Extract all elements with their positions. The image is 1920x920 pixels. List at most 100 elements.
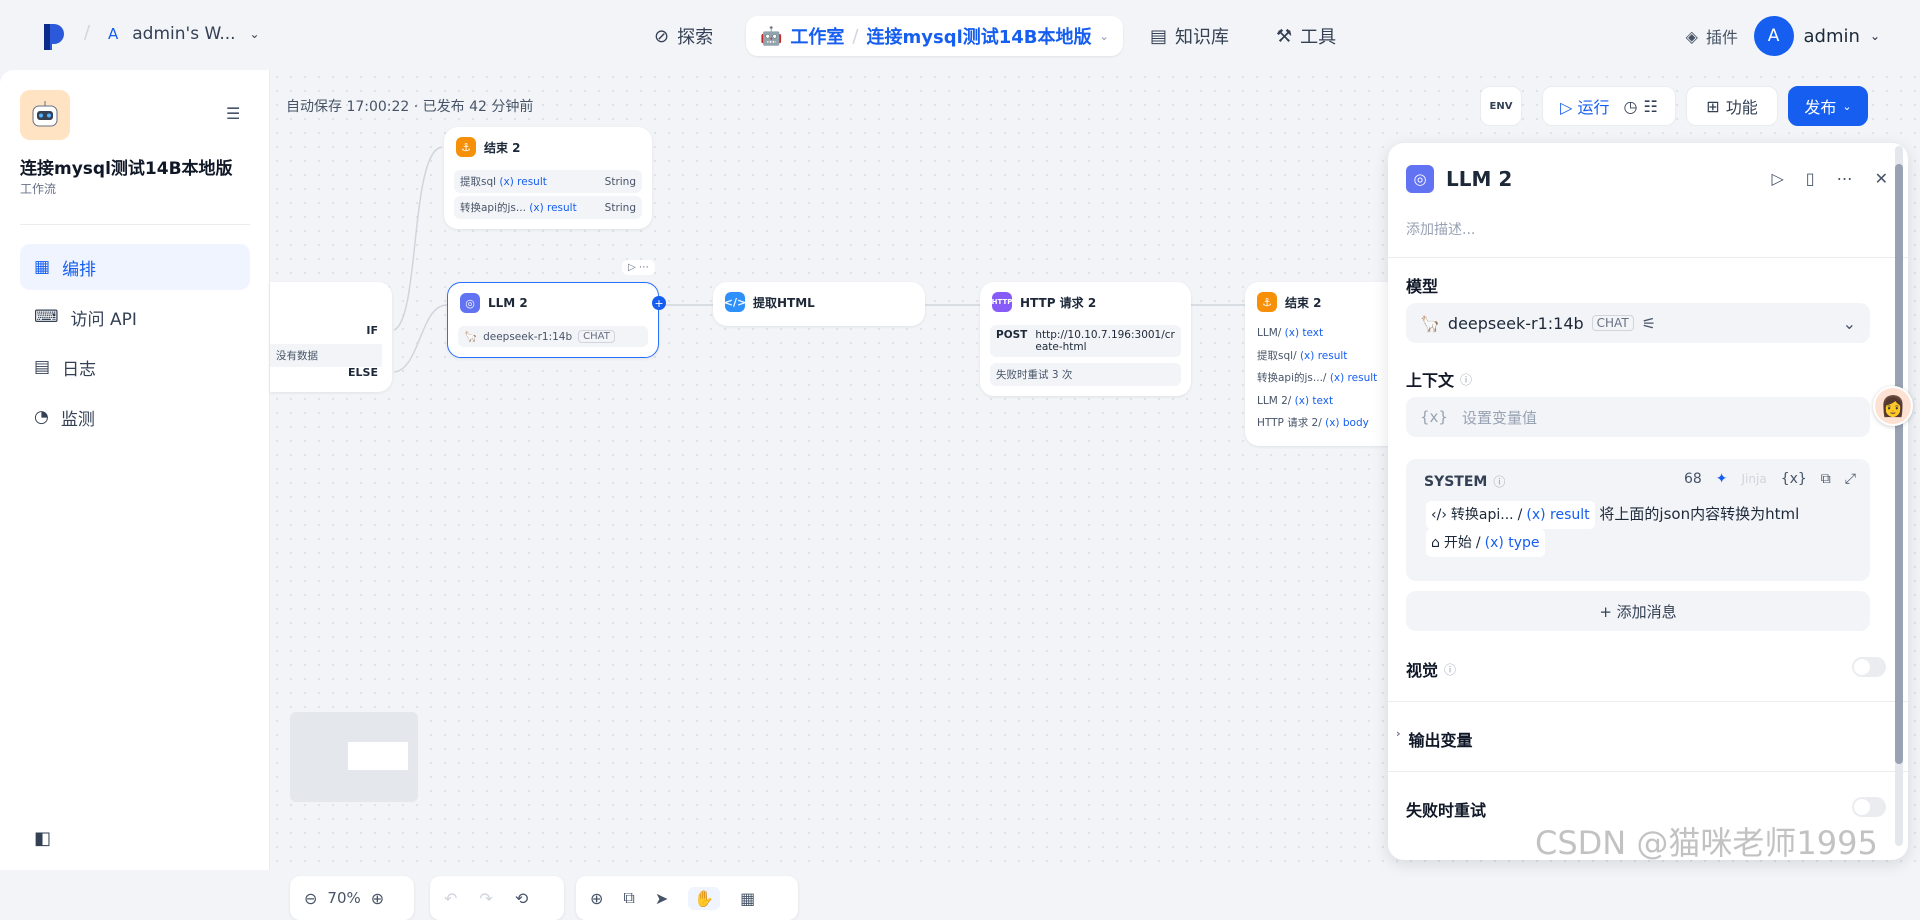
model-selector[interactable]: 🦙 deepseek-r1:14b CHAT ⚟ ⌄ [1406,303,1870,343]
features-button[interactable]: ⊞ 功能 [1686,86,1778,126]
jinja-toggle[interactable]: Jinja [1742,472,1767,486]
close-icon[interactable]: ✕ [1875,169,1888,188]
run-node-icon[interactable]: ▷ [1771,169,1783,188]
http-request-node[interactable]: HTTP HTTP 请求 2 POST http://10.10.7.196:300… [980,282,1191,396]
copy-icon[interactable]: ⧉ [1821,471,1831,487]
features-label: 功能 [1725,98,1758,117]
organize-icon[interactable]: ▦ [740,889,755,908]
node-actions[interactable]: ▷ ⋯ [622,260,655,275]
if-else-node[interactable]: IF 没有数据 ELSE [270,282,392,392]
context-label: 上下文 [1406,371,1455,390]
sidebar-item-api[interactable]: ⌨ 访问 API [20,294,250,340]
expand-icon[interactable]: ⤢ [1845,471,1856,487]
variable-chip[interactable]: ‹/› 转换api... / (x) result [1426,501,1595,529]
scrollbar[interactable] [1895,146,1903,846]
nav-explore-label: 探索 [677,27,714,48]
assistant-avatar[interactable]: 👩 [1873,386,1913,426]
chip-label: 开始 [1443,535,1472,551]
nav-app-label[interactable]: 连接mysql测试14B本地版 [867,23,1092,49]
context-input[interactable]: {x} 设置变量值 [1406,397,1870,437]
workspace-switcher[interactable]: A admin's W... ⌄ [108,24,260,44]
run-group: ▷ 运行 ◷ ☷ [1542,86,1676,126]
output-row: 提取sql/ (x) result [1257,349,1348,362]
model-label: 模型 [1406,277,1439,296]
chip-var: (x) type [1484,535,1540,551]
sidebar-item-monitor[interactable]: ◔ 监测 [20,394,250,440]
sidebar-item-label: 访问 API [70,309,137,330]
app-logo[interactable] [40,22,66,50]
compass-icon: ⊘ [654,25,670,47]
scrollbar-thumb[interactable] [1895,164,1903,764]
minimap-viewport[interactable] [348,742,408,770]
panel-title[interactable]: LLM 2 [1446,167,1512,191]
undo-icon[interactable]: ↶ [444,889,457,908]
node-title: 结束 2 [484,140,521,155]
add-node-icon[interactable]: ⊕ [590,889,603,908]
help-icon[interactable]: ⓘ [1444,661,1456,678]
nav-explore[interactable]: ⊘ 探索 [640,16,727,56]
http-method: POST [996,329,1028,341]
description-input[interactable]: 添加描述... [1406,219,1475,239]
variable-icon: {x} [1420,408,1448,426]
llm-node[interactable]: ◎ LLM 2 🦙 deepseek-r1:14b CHAT + [447,282,666,358]
plugins-button[interactable]: ◈ 插件 [1686,24,1738,48]
play-icon[interactable]: ▷ [628,262,636,273]
nav-tools[interactable]: ⚒ 工具 [1262,16,1350,56]
help-icon[interactable]: ⓘ [1460,371,1472,388]
retry-toggle[interactable] [1852,797,1886,817]
settings-sliders-icon[interactable]: ☰ [226,104,240,123]
run-button[interactable]: ▷ 运行 [1560,94,1609,118]
zoom-level[interactable]: 70% [327,889,360,907]
help-book-icon[interactable]: ▯ [1806,169,1815,188]
variable-chip[interactable]: ⌂ 开始 / (x) type [1426,529,1545,557]
add-next-node-icon[interactable]: + [652,296,666,310]
end-node-right[interactable]: ⚓ 结束 2 LLM/ (x) text 提取sql/ (x) result 转换… [1245,282,1405,446]
env-button[interactable]: ENV [1480,86,1522,126]
help-icon[interactable]: ⓘ [1493,473,1505,490]
chip-var: (x) result [1526,507,1590,523]
plugins-label: 插件 [1705,28,1738,47]
add-message-button[interactable]: + 添加消息 [1406,591,1870,631]
end-node-top[interactable]: ⚓ 结束 2 提取sql (x) result String 转换api的js...… [444,127,652,229]
user-name: admin [1803,25,1860,47]
node-title: LLM 2 [488,296,528,310]
output-row: 转换api的js.../ (x) result [1257,372,1378,384]
more-icon[interactable]: ⋯ [639,262,649,273]
extract-html-node[interactable]: </> 提取HTML [713,282,925,326]
zoom-in-icon[interactable]: ⊕ [371,889,384,908]
sidebar: ☰ 连接mysql测试14B本地版 工作流 ▦ 编排 ⌨ 访问 API ▤ 日志… [0,70,270,870]
more-icon[interactable]: ⋯ [1837,169,1853,188]
zoom-out-icon[interactable]: ⊖ [304,889,317,908]
run-history-icon[interactable]: ◷ [1624,97,1638,116]
checklist-icon[interactable]: ☷ [1644,97,1658,116]
terminal-icon: ⌨ [34,307,59,327]
token-count: 68 [1683,471,1702,487]
avatar: A [1753,16,1794,56]
redo-icon[interactable]: ↷ [479,889,492,908]
publish-button[interactable]: 发布 ⌄ [1788,86,1868,126]
add-note-icon[interactable]: ⧉ [623,888,634,908]
minimap[interactable] [290,712,418,802]
model-tag: CHAT [578,330,615,343]
retry-text: 失败时重试 3 次 [996,369,1073,381]
llm-icon: ◎ [1406,165,1434,193]
history-icon[interactable]: ⟲ [515,889,528,908]
settings-sliders-icon[interactable]: ⚟ [1642,314,1656,333]
end-icon: ⚓ [1257,292,1277,312]
pointer-icon[interactable]: ➤ [655,889,668,908]
sidebar-item-logs[interactable]: ▤ 日志 [20,344,250,390]
nav-studio[interactable]: 🤖 工作室 / 连接mysql测试14B本地版 ⌄ [746,16,1123,56]
output-vars-row[interactable]: › 输出变量 [1396,727,1473,751]
user-menu[interactable]: A admin ⌄ [1753,16,1880,56]
sidebar-item-orchestrate[interactable]: ▦ 编排 [20,244,250,290]
divider [20,224,250,225]
vision-toggle[interactable] [1852,657,1886,677]
node-title: 结束 2 [1285,295,1322,310]
collapse-sidebar-icon[interactable]: ◧ [34,828,51,849]
sparkle-icon[interactable]: ✦ [1716,471,1728,487]
variable-icon[interactable]: {x} [1781,471,1807,487]
nav-knowledge[interactable]: ▤ 知识库 [1136,16,1243,56]
separator: / [84,22,91,43]
hand-icon[interactable]: ✋ [688,886,721,910]
system-prompt-box[interactable]: SYSTEM ⓘ 68 ✦ Jinja {x} ⧉ ⤢ ‹/› 转换api...… [1406,459,1870,581]
